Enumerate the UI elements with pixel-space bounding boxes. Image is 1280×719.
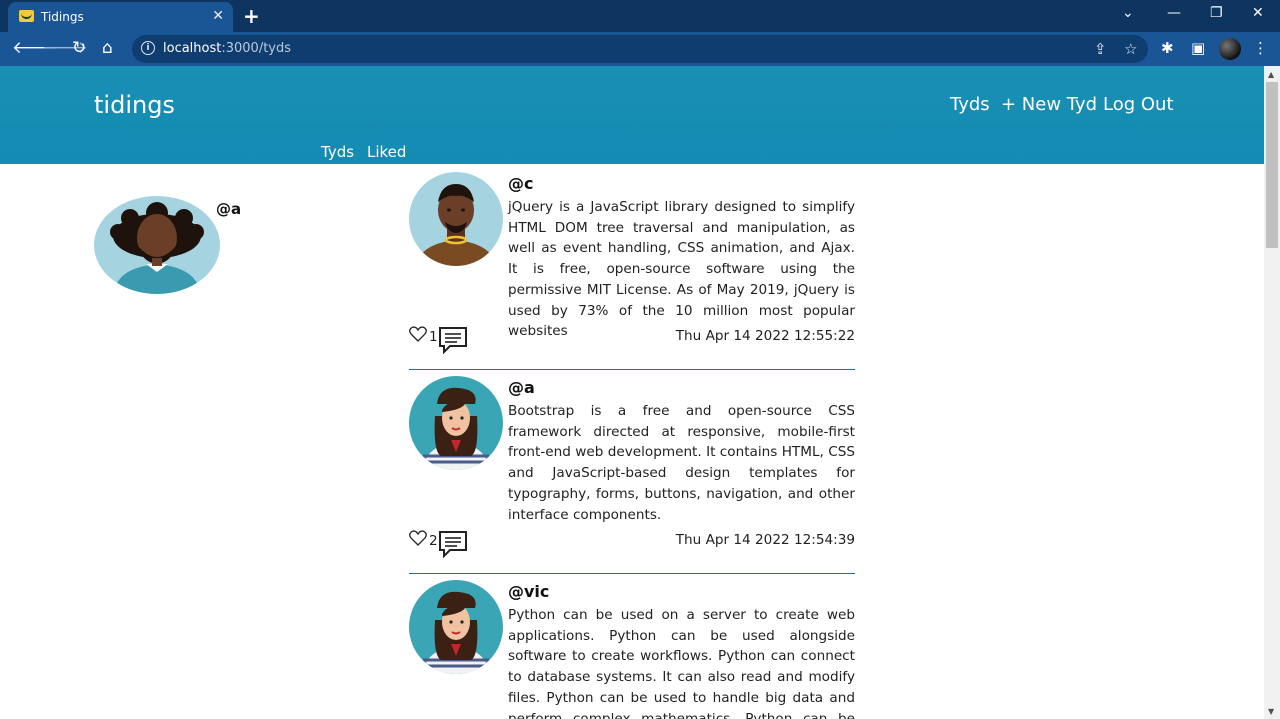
- extensions-icon[interactable]: ✱: [1161, 39, 1174, 57]
- like-count: 1: [429, 329, 438, 345]
- tab-title: Tidings: [41, 10, 84, 24]
- comment-icon[interactable]: [438, 326, 468, 354]
- brand-logo[interactable]: tidings: [94, 91, 175, 119]
- nav-log-out[interactable]: Log Out: [1103, 94, 1174, 115]
- post-avatar: [409, 376, 503, 470]
- nav-tyds[interactable]: Tyds: [950, 94, 990, 115]
- address-bar[interactable]: i localhost:3000/tyds ⇪ ☆: [132, 35, 1148, 63]
- post-handle[interactable]: @a: [508, 378, 535, 397]
- comment-icon[interactable]: [438, 530, 468, 558]
- menu-dots-icon[interactable]: ⋮: [1253, 39, 1268, 57]
- new-tab-button[interactable]: +: [243, 4, 260, 28]
- side-panel-icon[interactable]: ▣: [1191, 39, 1205, 57]
- home-icon[interactable]: ⌂: [102, 38, 113, 58]
- post-avatar: [409, 172, 503, 266]
- post-handle[interactable]: @c: [508, 174, 533, 193]
- post-text: Python can be used on a server to create…: [508, 607, 855, 719]
- url-text: localhost:3000/tyds: [163, 41, 292, 56]
- post-timestamp: Thu Apr 14 2022 12:54:39: [675, 532, 855, 548]
- post-item: @c jQuery is a JavaScript library design…: [409, 172, 855, 372]
- post-item: @vic Python can be used on a server to c…: [409, 580, 855, 719]
- close-window-icon[interactable]: ✕: [1252, 5, 1264, 21]
- scroll-down-arrow-icon[interactable]: ▼: [1268, 707, 1274, 716]
- minimize-icon[interactable]: —: [1167, 5, 1181, 21]
- browser-tabstrip: Tidings ✕ + ⌄ — ❐ ✕: [0, 0, 1280, 32]
- like-count: 2: [429, 533, 438, 549]
- nav-new-tyd[interactable]: + New Tyd: [1001, 94, 1097, 115]
- profile-handle[interactable]: @a: [216, 200, 241, 218]
- reload-icon[interactable]: ↻: [72, 38, 86, 58]
- heart-icon[interactable]: [409, 326, 427, 342]
- favicon-icon: [19, 10, 34, 22]
- tab-tyds[interactable]: Tyds: [321, 143, 354, 161]
- post-text: Bootstrap is a free and open-source CSS …: [508, 403, 855, 523]
- profile-avatar-icon[interactable]: [1219, 38, 1241, 60]
- app-header: tidings Tyds + New Tyd Log Out Tyds Like…: [0, 66, 1264, 164]
- scroll-thumb[interactable]: [1266, 82, 1278, 248]
- post-timestamp: Thu Apr 14 2022 12:55:22: [675, 328, 855, 344]
- browser-tab[interactable]: Tidings ✕: [8, 2, 233, 32]
- site-info-icon[interactable]: i: [141, 41, 155, 55]
- tab-liked[interactable]: Liked: [367, 143, 406, 161]
- scroll-up-arrow-icon[interactable]: ▲: [1268, 70, 1274, 79]
- bookmark-star-icon[interactable]: ☆: [1124, 40, 1137, 58]
- post-handle[interactable]: @vic: [508, 582, 549, 601]
- restore-icon[interactable]: ❐: [1210, 5, 1223, 21]
- post-divider: [409, 573, 855, 574]
- tab-search-icon[interactable]: ⌄: [1122, 5, 1134, 21]
- tab-close-icon[interactable]: ✕: [212, 8, 224, 24]
- post-avatar: [409, 580, 503, 674]
- browser-toolbar: 🡐 🡒 ↻ ⌂ i localhost:3000/tyds ⇪ ☆ ✱ ▣ ⋮: [0, 32, 1280, 66]
- share-icon[interactable]: ⇪: [1094, 40, 1107, 58]
- heart-icon[interactable]: [409, 530, 427, 546]
- post-text: jQuery is a JavaScript library designed …: [508, 199, 855, 340]
- post-divider: [409, 369, 855, 370]
- page-scrollbar[interactable]: ▲ ▼: [1264, 66, 1280, 719]
- profile-avatar: [94, 196, 220, 294]
- post-item: @a Bootstrap is a free and open-source C…: [409, 376, 855, 576]
